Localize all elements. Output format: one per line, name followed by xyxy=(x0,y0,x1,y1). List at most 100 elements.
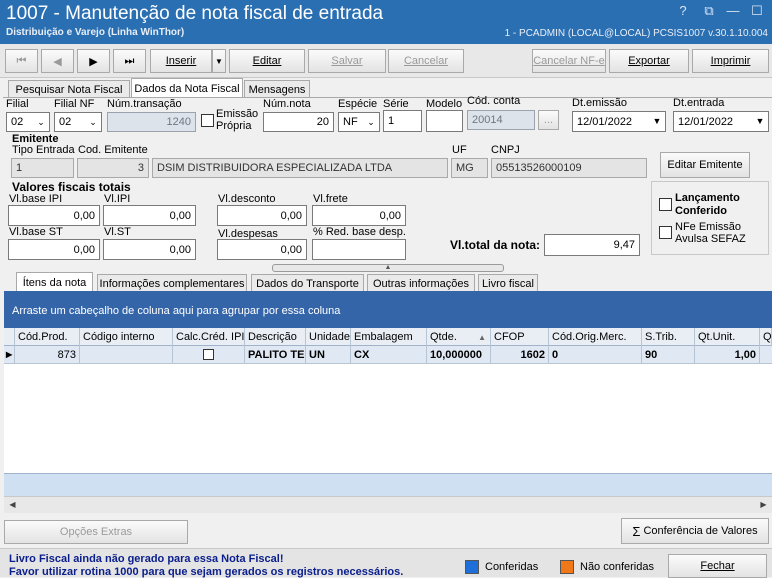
insert-dropdown-icon[interactable]: ▼ xyxy=(212,49,226,73)
cell-s-trib[interactable]: 90 xyxy=(642,346,695,363)
panel-splitter[interactable]: ▲ xyxy=(272,264,504,272)
st-label: Vl.ST xyxy=(104,226,131,238)
last-record-button[interactable]: ⏭ xyxy=(113,49,146,73)
save-label: Salvar xyxy=(331,55,363,67)
cancel-button[interactable]: Cancelar xyxy=(388,49,464,73)
col-header-codigo-interno[interactable]: Código interno xyxy=(80,328,173,346)
st-field[interactable]: 0,00 xyxy=(103,239,196,260)
next-record-button[interactable]: ▶ xyxy=(77,49,110,73)
export-label: Exportar xyxy=(628,55,670,67)
scroll-left-icon[interactable]: ◀ xyxy=(4,497,21,513)
horizontal-scrollbar[interactable]: ◀ ▶ xyxy=(4,496,772,513)
modelo-label: Modelo xyxy=(426,98,463,110)
scroll-right-icon[interactable]: ▶ xyxy=(755,497,772,513)
insert-button[interactable]: Inserir xyxy=(150,49,212,73)
col-header-cod-orig-merc[interactable]: Cód.Orig.Merc. xyxy=(549,328,642,346)
subtab-itens[interactable]: Ítens da nota xyxy=(16,272,93,292)
total-field[interactable]: 9,47 xyxy=(544,234,640,256)
col-header-calc-cred-ipi[interactable]: Calc.Créd. IPI xyxy=(173,328,245,346)
cell-calc-cred-ipi[interactable] xyxy=(173,346,245,363)
red-base-field[interactable] xyxy=(312,239,406,260)
serie-field[interactable]: 1 xyxy=(383,110,422,132)
save-button[interactable]: Salvar xyxy=(308,49,386,73)
desconto-field[interactable]: 0,00 xyxy=(217,205,307,226)
cell-cod-prod[interactable]: 873 xyxy=(15,346,80,363)
cell-cod-orig-merc[interactable]: 0 xyxy=(549,346,642,363)
prev-record-button[interactable]: ◀ xyxy=(41,49,74,73)
edit-button[interactable]: Editar xyxy=(229,49,305,73)
editar-emitente-button[interactable]: Editar Emitente xyxy=(660,152,750,178)
cell-codigo-interno[interactable] xyxy=(80,346,173,363)
num-transacao-field[interactable]: 1240 xyxy=(107,112,196,132)
filial-select[interactable]: 02 ⌄ xyxy=(6,112,50,132)
tab-pesquisar[interactable]: Pesquisar Nota Fiscal xyxy=(8,80,130,98)
num-nota-field[interactable]: 20 xyxy=(263,112,334,132)
export-button[interactable]: Exportar xyxy=(609,49,689,73)
tab-mensagens[interactable]: Mensagens xyxy=(244,80,310,98)
col-header-s-trib[interactable]: S.Trib. xyxy=(642,328,695,346)
col-header-descricao[interactable]: Descrição xyxy=(245,328,306,346)
especie-select[interactable]: NF ⌄ xyxy=(338,112,380,132)
emitente-nome-field[interactable]: DSIM DISTRIBUIDORA ESPECIALIZADA LTDA xyxy=(152,158,448,178)
cell-qt-unit[interactable]: 1,00 xyxy=(695,346,760,363)
num-transacao-label: Núm.transação xyxy=(107,98,182,110)
dt-emissao-value: 12/01/2022 xyxy=(577,115,633,128)
grid-header: Cód.Prod. Código interno Calc.Créd. IPI … xyxy=(4,328,772,346)
group-by-panel[interactable]: Arraste um cabeçalho de coluna aqui para… xyxy=(4,291,772,328)
dt-entrada-field[interactable]: 12/01/2022 ▼ xyxy=(673,111,769,132)
modelo-field[interactable] xyxy=(426,110,463,132)
cell-cfop[interactable]: 1602 xyxy=(491,346,549,363)
cancel-nfe-button[interactable]: Cancelar NF-e xyxy=(532,49,606,73)
cod-emitente-field[interactable]: 3 xyxy=(77,158,149,178)
tipo-entrada-field[interactable]: 1 xyxy=(11,158,74,178)
ipi-field[interactable]: 0,00 xyxy=(103,205,196,226)
col-header-unidade[interactable]: Unidade xyxy=(306,328,351,346)
conferencia-valores-button[interactable]: Σ Conferência de Valores xyxy=(621,518,769,544)
dt-entrada-value: 12/01/2022 xyxy=(678,115,734,128)
cnpj-field[interactable]: 05513526000109 xyxy=(491,158,647,178)
dt-emissao-field[interactable]: 12/01/2022 ▼ xyxy=(572,111,666,132)
help-icon[interactable]: ? xyxy=(674,3,692,18)
print-button[interactable]: Imprimir xyxy=(692,49,769,73)
col-header-q[interactable]: Q xyxy=(760,328,772,346)
subtab-transporte[interactable]: Dados do Transporte xyxy=(251,274,364,292)
nfe-avulsa-checkbox[interactable] xyxy=(659,226,672,239)
session-info: 1 - PCADMIN (LOCAL@LOCAL) PCSIS1007 v.30… xyxy=(504,28,768,39)
close-button[interactable]: Fechar xyxy=(668,554,767,578)
subtab-outras-info[interactable]: Outras informações xyxy=(367,274,475,292)
frete-field[interactable]: 0,00 xyxy=(312,205,406,226)
desconto-label: Vl.desconto xyxy=(218,193,276,205)
calendar-dropdown-icon[interactable]: ▼ xyxy=(649,112,665,130)
subtab-info-complementares[interactable]: Informações complementares xyxy=(97,274,247,292)
subtab-livro-fiscal[interactable]: Livro fiscal xyxy=(478,274,538,292)
calc-cred-ipi-checkbox[interactable] xyxy=(203,349,214,360)
col-header-cod-prod[interactable]: Cód.Prod. xyxy=(15,328,80,346)
filial-nf-select[interactable]: 02 ⌄ xyxy=(54,112,102,132)
col-header-qtde[interactable]: Qtde. ▲ xyxy=(427,328,491,346)
first-record-button[interactable]: ⏮ xyxy=(5,49,38,73)
base-st-field[interactable]: 0,00 xyxy=(8,239,100,260)
maximize-icon[interactable]: ☐ xyxy=(748,3,766,19)
cell-descricao[interactable]: PALITO TE xyxy=(245,346,306,363)
emissao-propria-checkbox[interactable] xyxy=(201,114,214,127)
dt-entrada-label: Dt.entrada xyxy=(673,97,725,109)
col-header-embalagem[interactable]: Embalagem xyxy=(351,328,427,346)
cod-conta-field[interactable]: 20014 xyxy=(467,110,535,130)
col-header-cfop[interactable]: CFOP xyxy=(491,328,549,346)
base-ipi-field[interactable]: 0,00 xyxy=(8,205,100,226)
uf-field[interactable]: MG xyxy=(451,158,488,178)
restore-icon[interactable]: ⧉ xyxy=(700,3,718,19)
cell-embalagem[interactable]: CX xyxy=(351,346,427,363)
edit-label: Editar xyxy=(252,55,282,67)
col-header-qt-unit[interactable]: Qt.Unit. xyxy=(695,328,760,346)
cell-unidade[interactable]: UN xyxy=(306,346,351,363)
opcoes-extras-button[interactable]: Opções Extras xyxy=(4,520,188,544)
table-row[interactable]: ▶ 873 PALITO TE UN CX 10,000000 1602 0 9… xyxy=(4,346,772,364)
despesas-field[interactable]: 0,00 xyxy=(217,239,307,260)
tab-dados-nota[interactable]: Dados da Nota Fiscal xyxy=(131,78,243,98)
cod-conta-lookup-button[interactable]: ... xyxy=(538,110,559,130)
calendar-dropdown-icon[interactable]: ▼ xyxy=(752,112,768,130)
cell-qtde[interactable]: 10,000000 xyxy=(427,346,491,363)
lancamento-conferido-checkbox[interactable] xyxy=(659,198,672,211)
minimize-icon[interactable]: — xyxy=(724,3,742,18)
